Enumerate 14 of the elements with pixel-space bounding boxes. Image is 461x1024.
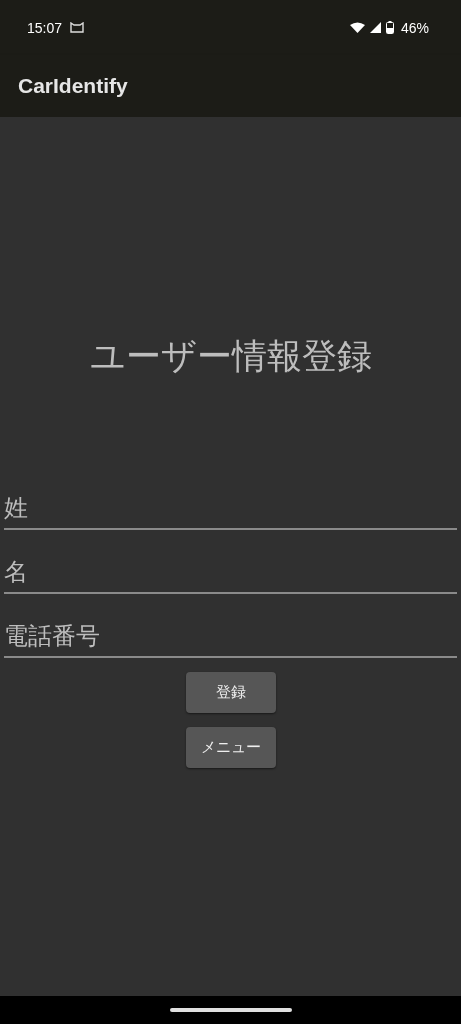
input-field[interactable]: 名 — [4, 552, 457, 594]
action-button[interactable]: 登録 — [185, 672, 276, 713]
page-heading: ユーザー情報登録 — [89, 335, 372, 378]
app-title: CarIdentify — [18, 74, 128, 98]
action-button[interactable]: メニュー — [185, 727, 276, 768]
battery-percent: 46% — [400, 19, 429, 36]
input-field[interactable]: 電話番号 — [4, 616, 457, 658]
cat-icon — [70, 22, 85, 33]
wifi-icon — [349, 22, 365, 33]
home-handle[interactable] — [169, 1008, 292, 1012]
battery-icon — [385, 21, 394, 34]
input-field[interactable]: 姓 — [4, 488, 457, 530]
status-time: 15:07 — [27, 19, 63, 36]
signal-icon — [369, 22, 381, 33]
